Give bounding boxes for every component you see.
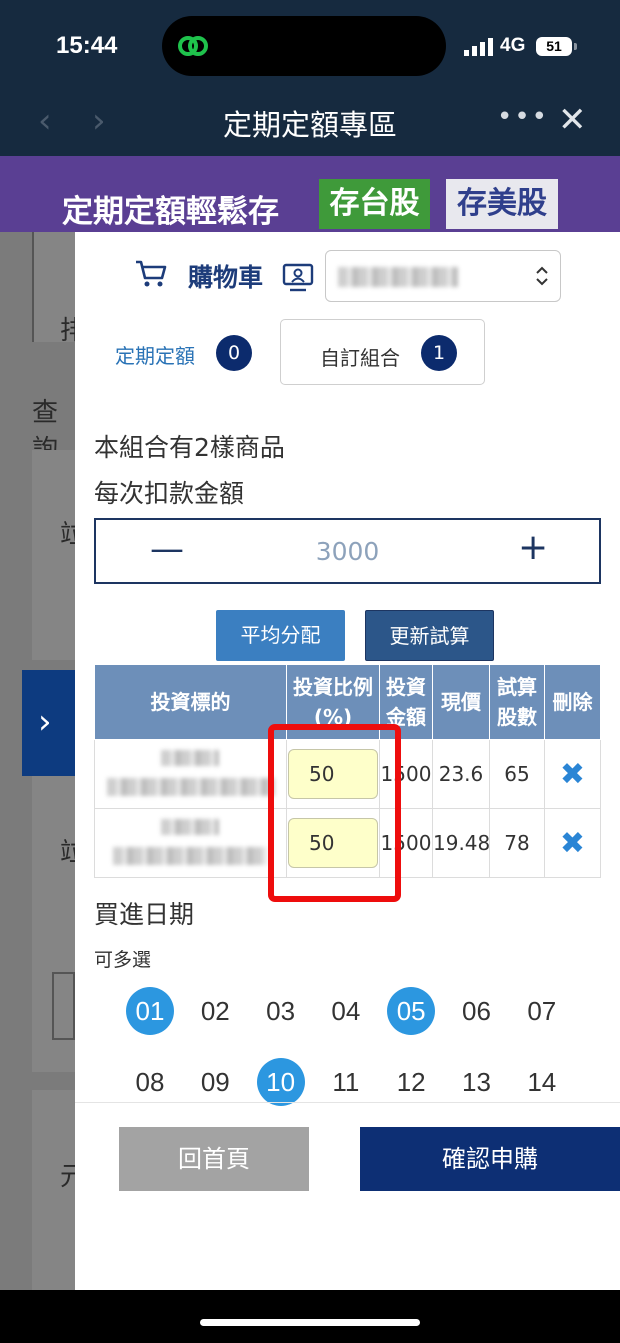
day-option[interactable]: 04 bbox=[322, 987, 370, 1035]
even-distribute-button[interactable]: 平均分配 bbox=[216, 610, 345, 661]
cell-target bbox=[94, 808, 287, 878]
cell-target bbox=[94, 739, 287, 809]
cell-price: 23.6 bbox=[432, 739, 490, 809]
day-option[interactable]: 10 bbox=[256, 1058, 305, 1106]
amount-stepper: — 3000 + bbox=[94, 518, 601, 584]
header-target: 投資標的 bbox=[94, 664, 287, 740]
day-option[interactable]: 07 bbox=[518, 987, 566, 1035]
cell-shares: 65 bbox=[489, 739, 545, 809]
home-indicator[interactable] bbox=[200, 1319, 420, 1326]
redacted-account bbox=[338, 267, 458, 287]
recalculate-button[interactable]: 更新試算 bbox=[365, 610, 494, 661]
tab-tw-stock[interactable]: 存台股 bbox=[319, 179, 430, 229]
day-option[interactable]: 09 bbox=[191, 1058, 239, 1106]
close-icon[interactable]: ✕ bbox=[558, 100, 587, 140]
tab-fixed-count-badge: 0 bbox=[216, 335, 252, 371]
cell-delete: ✖ bbox=[544, 739, 601, 809]
nav-bar: ‹ › 定期定額專區 ••• ✕ bbox=[0, 92, 620, 156]
network-type: 4G bbox=[500, 35, 526, 56]
confirm-subscribe-button[interactable]: 確認申購 bbox=[360, 1127, 620, 1191]
multi-select-hint: 可多選 bbox=[94, 949, 152, 971]
dynamic-island bbox=[162, 16, 446, 76]
account-select[interactable] bbox=[325, 250, 561, 302]
monitor-user-icon bbox=[282, 263, 314, 292]
home-bar bbox=[0, 1290, 620, 1343]
delete-icon[interactable]: ✖ bbox=[560, 826, 585, 861]
select-arrows-icon bbox=[536, 266, 548, 286]
day-option[interactable]: 14 bbox=[518, 1058, 566, 1106]
highlight-box bbox=[268, 724, 401, 902]
tab-fixed-amount[interactable]: 定期定額 bbox=[115, 340, 195, 369]
cart-panel: 購物車 定期定額 0 自訂組合 1 本組合有2樣商品 每次扣款金額 — 3000… bbox=[75, 232, 620, 1290]
redacted-name bbox=[95, 813, 286, 873]
cell-delete: ✖ bbox=[544, 808, 601, 878]
battery-icon: 51 bbox=[536, 37, 577, 56]
day-option[interactable]: 12 bbox=[387, 1058, 435, 1106]
cell-price: 19.48 bbox=[432, 808, 490, 878]
home-button[interactable]: 回首頁 bbox=[119, 1127, 309, 1191]
signal-icon bbox=[464, 38, 493, 56]
day-option[interactable]: 06 bbox=[453, 987, 501, 1035]
tab-us-stock[interactable]: 存美股 bbox=[446, 179, 558, 229]
increase-button[interactable]: + bbox=[518, 530, 548, 566]
delete-icon[interactable]: ✖ bbox=[560, 757, 585, 792]
link-icon bbox=[178, 36, 208, 56]
day-option[interactable]: 02 bbox=[191, 987, 239, 1035]
day-option[interactable]: 13 bbox=[453, 1058, 501, 1106]
tab-custom-label: 自訂組合 bbox=[320, 346, 400, 370]
header-delete: 刪除 bbox=[544, 664, 601, 740]
status-time: 15:44 bbox=[56, 32, 118, 59]
more-icon[interactable]: ••• bbox=[497, 102, 549, 132]
banner-title: 定期定額輕鬆存 bbox=[62, 194, 279, 230]
expand-tab[interactable]: › bbox=[22, 670, 75, 776]
cart-title: 購物車 bbox=[188, 263, 264, 292]
cell-shares: 78 bbox=[489, 808, 545, 878]
bg-card bbox=[52, 972, 75, 1040]
deduct-amount-label: 每次扣款金額 bbox=[94, 479, 245, 508]
day-option[interactable]: 01 bbox=[126, 987, 174, 1035]
header-shares: 試算股數 bbox=[489, 664, 545, 740]
divider bbox=[75, 1102, 620, 1103]
header-price: 現價 bbox=[432, 664, 490, 740]
item-count-text: 本組合有2樣商品 bbox=[94, 433, 285, 462]
bg-card bbox=[32, 450, 75, 660]
tab-custom-portfolio[interactable]: 自訂組合 1 bbox=[280, 319, 485, 385]
chevron-right-icon: › bbox=[38, 702, 52, 742]
status-bar: 15:44 4G 51 bbox=[0, 0, 620, 92]
redacted-name bbox=[95, 744, 286, 804]
day-option[interactable]: 03 bbox=[257, 987, 305, 1035]
cart-icon bbox=[136, 260, 167, 287]
day-option[interactable]: 05 bbox=[387, 987, 436, 1035]
tab-custom-count-badge: 1 bbox=[421, 335, 457, 371]
day-option[interactable]: 11 bbox=[322, 1058, 370, 1106]
day-option[interactable]: 08 bbox=[126, 1058, 174, 1106]
banner: 定期定額輕鬆存 存台股 存美股 bbox=[0, 156, 620, 232]
buy-date-title: 買進日期 bbox=[94, 900, 195, 929]
